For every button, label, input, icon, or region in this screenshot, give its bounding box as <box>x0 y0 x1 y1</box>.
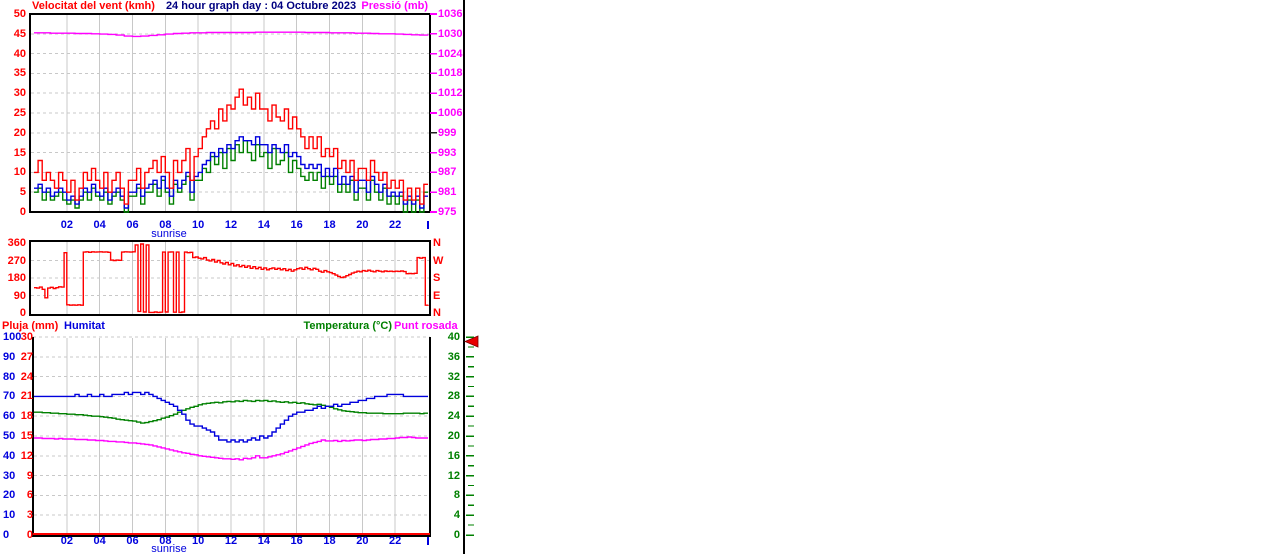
x-tick-top: 08 <box>159 219 172 231</box>
rain-y-tick: 12 <box>20 449 33 462</box>
rain-y-tick: 18 <box>20 410 33 423</box>
x-tick-top: 16 <box>290 219 303 231</box>
wind-y-tick: 0 <box>19 206 26 218</box>
temperature-y-tick: 36 <box>447 350 460 363</box>
temperature-y-tick: 40 <box>447 331 460 343</box>
x-tick-bottom: 18 <box>323 535 336 547</box>
wind-y-tick: 10 <box>13 166 26 179</box>
direction-y-tick: 0 <box>19 307 26 319</box>
direction-cardinal-label: N <box>433 307 441 319</box>
direction-cardinal-label: E <box>433 289 441 302</box>
pressure-y-tick: 1024 <box>438 47 463 60</box>
x-tick-bottom: 14 <box>257 535 270 547</box>
direction-cardinal-label: W <box>433 254 444 267</box>
wind-y-tick: 45 <box>13 27 26 40</box>
temperature-y-tick: 24 <box>447 410 460 423</box>
x-tick-bottom: 22 <box>389 535 402 547</box>
temperature-y-tick: 0 <box>453 529 460 541</box>
direction-y-tick: 180 <box>7 272 26 284</box>
temperature-y-tick: 28 <box>447 390 460 403</box>
wind-y-tick: 25 <box>13 107 26 119</box>
pressure-y-tick: 1012 <box>438 87 463 100</box>
x-tick-top: 20 <box>356 219 369 231</box>
x-tick-bottom: 12 <box>224 535 238 547</box>
wind-y-tick: 35 <box>13 67 26 80</box>
rain-y-tick: 9 <box>26 469 33 482</box>
pressure-y-tick: 993 <box>438 146 457 159</box>
x-tick-top: 22 <box>389 219 402 231</box>
pressure-y-tick: 1036 <box>438 8 463 20</box>
x-tick-top: 10 <box>192 219 205 231</box>
frame-divider-line <box>463 0 465 554</box>
x-tick-bottom: 04 <box>93 535 106 547</box>
x-tick-bottom: 20 <box>356 535 369 547</box>
x-axis-end-mark-bottom <box>427 537 429 545</box>
wind-y-tick: 20 <box>13 126 26 139</box>
temperature-y-tick: 20 <box>447 430 460 442</box>
x-axis-end-mark-top <box>427 221 429 229</box>
x-tick-bottom: 06 <box>126 535 139 547</box>
x-tick-top: 12 <box>224 219 238 231</box>
weather-graph-screen: Velocitat del vent (kmh) 24 hour graph d… <box>0 0 1280 554</box>
temperature-y-tick: 32 <box>447 370 460 383</box>
x-tick-bottom: 10 <box>192 535 205 547</box>
temperature-y-tick: 16 <box>447 449 460 462</box>
direction-y-tick: 270 <box>7 254 26 267</box>
x-tick-bottom: 16 <box>290 535 303 547</box>
wind-y-tick: 30 <box>13 87 26 100</box>
rain-y-tick: 27 <box>20 350 33 363</box>
x-tick-top: 14 <box>257 219 270 231</box>
rain-y-tick: 6 <box>26 489 33 502</box>
current-value-arrow-icon <box>464 335 479 348</box>
pressure-y-tick: 975 <box>438 206 457 218</box>
temperature-y-tick: 8 <box>453 489 460 502</box>
charts-canvas <box>29 13 474 537</box>
rain-y-tick: 30 <box>20 331 33 343</box>
humidity-axis-title: Humitat <box>64 320 105 332</box>
pressure-y-tick: 1018 <box>438 67 463 80</box>
x-tick-bottom: 02 <box>60 535 73 547</box>
wind-y-tick: 15 <box>13 146 26 159</box>
temperature-axis-title: Temperatura (°C) <box>303 320 392 332</box>
pressure-y-tick: 999 <box>438 126 457 139</box>
temperature-y-tick: 12 <box>447 469 460 482</box>
wind-y-tick: 5 <box>19 186 26 199</box>
pressure-y-tick: 1030 <box>438 27 463 40</box>
direction-cardinal-label: N <box>433 237 441 249</box>
wind-axis-title: Velocitat del vent (kmh) <box>32 0 155 12</box>
x-tick-top: 06 <box>126 219 139 231</box>
pressure-y-tick: 1006 <box>438 107 463 119</box>
x-tick-bottom: 08 <box>159 535 172 547</box>
x-tick-top: 18 <box>323 219 336 231</box>
temperature-y-tick: 4 <box>453 509 460 522</box>
rain-y-tick: 15 <box>20 430 33 442</box>
direction-y-tick: 360 <box>7 237 26 249</box>
pressure-y-tick: 981 <box>438 186 457 199</box>
pressure-axis-title: Pressió (mb) <box>361 0 428 12</box>
direction-cardinal-label: S <box>433 272 441 284</box>
direction-y-tick: 90 <box>13 289 26 302</box>
wind-y-tick: 40 <box>13 47 26 60</box>
rain-y-tick: 3 <box>26 509 33 522</box>
rain-y-tick: 21 <box>20 390 33 403</box>
rain-y-tick: 0 <box>26 529 33 541</box>
x-tick-top: 02 <box>60 219 73 231</box>
x-tick-top: 04 <box>93 219 106 231</box>
rain-y-tick: 24 <box>20 370 33 383</box>
pressure-y-tick: 987 <box>438 166 457 179</box>
wind-y-tick: 50 <box>13 8 26 20</box>
